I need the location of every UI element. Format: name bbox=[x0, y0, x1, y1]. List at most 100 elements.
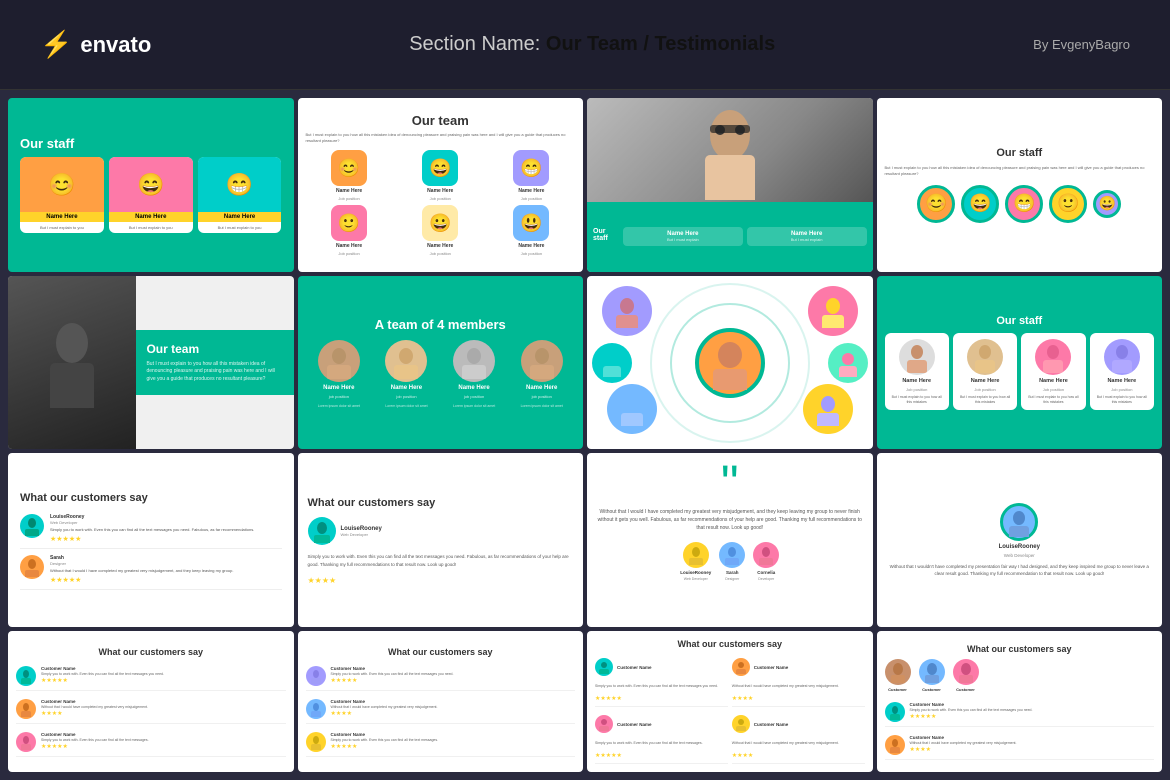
top-rev-name-3: Customer bbox=[956, 687, 975, 692]
test-text-2: Without that I would I have completed my… bbox=[50, 568, 282, 574]
avatar-item-1: 😊 Name Here Job position bbox=[306, 150, 393, 201]
slide8-title: Our staff bbox=[996, 315, 1042, 327]
top-rev-avatar-2 bbox=[919, 659, 945, 685]
tg-stars-16-1: ★★★★★ bbox=[910, 713, 1155, 720]
team-member-4: Name Here job position Lorem ipsum dolor… bbox=[510, 340, 573, 409]
tg-avatar-16-1 bbox=[885, 702, 905, 722]
tf-job: Web Developer bbox=[341, 532, 382, 537]
avatar-item-3: 😁 Name Here Job position bbox=[488, 150, 575, 201]
slide-our-team-split: Our team But I must explain to you how a… bbox=[8, 276, 294, 450]
tg-name-16-1: Customer Name bbox=[910, 702, 1155, 707]
tg-header-15-2: Customer Name bbox=[732, 658, 789, 676]
sr-quote: Without that I wouldn't have completed m… bbox=[887, 563, 1153, 577]
name-tag-1: Name Here bbox=[20, 212, 104, 222]
tg-name-15-4: Customer Name bbox=[754, 722, 789, 727]
tg-text-14-3: Simply you to work with. Even this you c… bbox=[331, 738, 576, 743]
team-member-3: Name Here job position Lorem ipsum dolor… bbox=[443, 340, 506, 409]
team-avatar-1 bbox=[318, 340, 360, 382]
slide3-name-boxes: Name Here But I must explain Name Here B… bbox=[623, 227, 867, 246]
sc-job-3: Job position bbox=[1043, 387, 1064, 392]
tg-item-15-2: Customer Name Without that I would have … bbox=[732, 654, 865, 707]
tg-item-14-1: Customer Name Simply you to work with. E… bbox=[306, 662, 576, 691]
avatar-item-2: 😄 Name Here Job position bbox=[397, 150, 484, 201]
test-grid-16: Customer Name Simply you to work with. E… bbox=[885, 698, 1155, 760]
tg-avatar-14-3 bbox=[306, 732, 326, 752]
sc-desc-4: But I must explain to you how all this m… bbox=[1094, 395, 1150, 405]
av-name-3: Name Here bbox=[518, 188, 544, 194]
reviewer-1: LouiseRooney Web Developer bbox=[680, 542, 711, 581]
test-avatar-1 bbox=[20, 514, 44, 538]
bubble-4: 🙂 bbox=[1049, 185, 1087, 223]
top-reviewers-row: Customer Customer Customer bbox=[885, 659, 1155, 692]
sr-avatar bbox=[1000, 503, 1038, 541]
slide10-title: What our customers say bbox=[308, 496, 436, 511]
tg-avatar-15-2 bbox=[732, 658, 750, 676]
test-grid-14: Customer Name Simply you to work with. E… bbox=[306, 662, 576, 757]
slide2-title: Our team bbox=[412, 113, 469, 128]
test-job-2: Designer bbox=[50, 561, 282, 566]
tf-text: Simply you to work with. Even this you c… bbox=[308, 553, 574, 567]
tg-stars-15-4: ★★★★ bbox=[732, 752, 754, 759]
slide-our-staff-cards: Our staff 😊 Name Here But I must explain… bbox=[8, 98, 294, 272]
tg-item-16-2: Customer Name Without that I would have … bbox=[885, 731, 1155, 760]
slide-team-4-members: A team of 4 members Name Here job positi… bbox=[298, 276, 584, 450]
test-grid-13: Customer Name Simply you to work with. E… bbox=[16, 662, 286, 757]
face-3: 😁 bbox=[198, 157, 282, 212]
top-rev-name-2: Customer bbox=[922, 687, 941, 692]
test-content-2: Sarah Designer Without that I would I ha… bbox=[50, 555, 282, 584]
tg-stars-15-2: ★★★★ bbox=[732, 695, 754, 702]
tm-name-2: Name Here bbox=[391, 385, 422, 391]
staff-card-4: Name Here Job position But I must explai… bbox=[1090, 333, 1154, 411]
sc-job-4: Job position bbox=[1111, 387, 1132, 392]
multi-col-test-15: Customer Name Simply you to work with. E… bbox=[595, 654, 865, 764]
sc-name-2: Name Here bbox=[971, 378, 1000, 384]
avatar-grid: 😊 Name Here Job position 😄 Name Here Job… bbox=[306, 150, 576, 256]
tf-name: LouiseRooney bbox=[341, 526, 382, 532]
slide-our-staff-4cards: Our staff Name Here Job position But I m… bbox=[877, 276, 1163, 450]
tg-item-13-1: Customer Name Simply you to work with. E… bbox=[16, 662, 286, 691]
team-member-1: Name Here job position Lorem ipsum dolor… bbox=[308, 340, 371, 409]
reviewer-job-2: Designer bbox=[725, 577, 739, 581]
tg-content-13-2: Customer Name Without that I would have … bbox=[41, 699, 286, 718]
slide4-desc: But I must explain to you how all this m… bbox=[885, 165, 1155, 177]
tg-text-15-1: Simply you to work with. Even this you c… bbox=[595, 684, 718, 689]
slide5-photo bbox=[8, 276, 136, 450]
single-reviewer-block: LouiseRooney Web Developer bbox=[999, 503, 1040, 558]
tg-name-15-2: Customer Name bbox=[754, 665, 789, 670]
tg-stars-15-3: ★★★★★ bbox=[595, 752, 622, 759]
slide2-desc: But I must explain to you how all this m… bbox=[306, 132, 576, 144]
top-rev-avatar-3 bbox=[953, 659, 979, 685]
tm-job-1: job position bbox=[329, 394, 349, 399]
slide3-wrapper: Our staff Name Here But I must explain N… bbox=[587, 98, 873, 272]
sc-name-1: Name Here bbox=[902, 378, 931, 384]
tg-content-14-3: Customer Name Simply you to work with. E… bbox=[331, 732, 576, 751]
tg-content-16-2: Customer Name Without that I would have … bbox=[910, 735, 1155, 754]
test-avatar-2 bbox=[20, 555, 44, 579]
slide-testimonials-grid-2: What our customers say Customer Name Sim… bbox=[298, 631, 584, 772]
sc-job-1: Job position bbox=[906, 387, 927, 392]
tf-stars: ★★★★ bbox=[308, 576, 574, 585]
tg-avatar-13-2 bbox=[16, 699, 36, 719]
sc-desc-2: But I must explain to you how all this m… bbox=[957, 395, 1013, 405]
tg-avatar-15-4 bbox=[732, 715, 750, 733]
slide3-title: Our staff bbox=[593, 228, 619, 242]
tm-name-3: Name Here bbox=[458, 385, 489, 391]
reviewer-name-3: Cornelia bbox=[757, 570, 775, 575]
slide-single-reviewer: LouiseRooney Web Developer Without that … bbox=[877, 453, 1163, 627]
tg-stars-14-2: ★★★★ bbox=[331, 710, 576, 717]
sc-name-4: Name Here bbox=[1107, 378, 1136, 384]
quote-mark: " bbox=[721, 461, 739, 506]
tf-avatar bbox=[308, 517, 336, 545]
avatar-2: 😄 bbox=[422, 150, 458, 186]
name-tag-3: Name Here bbox=[198, 212, 282, 222]
slide1-title: Our staff bbox=[20, 136, 74, 151]
tm-desc-1: Lorem ipsum dolor sit amet bbox=[318, 404, 360, 409]
tg-header-15-1: Customer Name bbox=[595, 658, 652, 676]
slide5-desc: But I must explain to you how all this m… bbox=[146, 361, 283, 384]
testimonial-list-9: LouiseRooney Web Developer Simply you to… bbox=[20, 514, 282, 590]
bubble-1: 😊 bbox=[917, 185, 955, 223]
tg-name-15-3: Customer Name bbox=[617, 722, 652, 727]
tg-text-13-3: Simply you to work with. Even this you c… bbox=[41, 738, 286, 743]
avatar-item-4: 🙂 Name Here Job position bbox=[306, 205, 393, 256]
slide13-title: What our customers say bbox=[98, 647, 203, 657]
